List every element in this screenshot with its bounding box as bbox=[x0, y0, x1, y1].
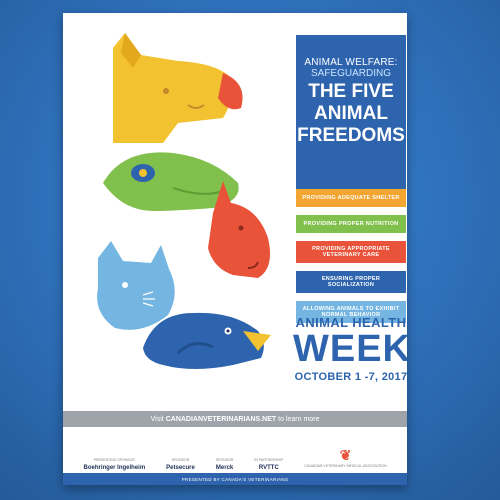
freedom-label: PROVIDING PROPER NUTRITION bbox=[303, 221, 399, 227]
headline-line2: SAFEGUARDING bbox=[310, 68, 391, 79]
bird-icon bbox=[143, 312, 271, 369]
sponsor-caption: Presenting sponsor bbox=[93, 458, 135, 462]
sponsor-logo: Boehringer Ingelheim bbox=[83, 465, 146, 471]
headline-line1: ANIMAL WELFARE: bbox=[304, 57, 398, 68]
sponsor-caption: In partnership bbox=[254, 458, 284, 462]
poster: ANIMAL WELFARE: SAFEGUARDING THE FIVE AN… bbox=[63, 13, 407, 485]
visit-suffix: to learn more bbox=[278, 415, 320, 423]
maple-leaf-icon: ❦ bbox=[339, 447, 352, 463]
freedom-bar-nutrition: PROVIDING PROPER NUTRITION bbox=[296, 215, 406, 233]
freedoms-list: PROVIDING ADEQUATE SHELTER PROVIDING PRO… bbox=[296, 189, 406, 331]
sponsor-caption: Sponsor bbox=[171, 458, 190, 462]
headline-line3b: ANIMAL bbox=[314, 103, 388, 124]
freedom-bar-shelter: PROVIDING ADEQUATE SHELTER bbox=[296, 189, 406, 207]
sponsor-rvttc: In partnership RVTTC bbox=[254, 458, 283, 471]
sponsor-caption: Canadian Veterinary Medical Association bbox=[304, 464, 387, 468]
freedom-bar-socialization: ENSURING PROPER SOCIALIZATION bbox=[296, 271, 406, 293]
headline-line3c: FREEDOMS bbox=[297, 125, 405, 146]
right-panel: ANIMAL WELFARE: SAFEGUARDING THE FIVE AN… bbox=[283, 13, 407, 413]
sponsor-petsecure: Sponsor Petsecure bbox=[166, 458, 195, 471]
visit-prefix: Visit bbox=[150, 415, 164, 423]
sponsor-logo: Merck bbox=[215, 465, 234, 471]
headline: ANIMAL WELFARE: SAFEGUARDING THE FIVE AN… bbox=[296, 57, 406, 146]
footer-bar: PRESENTED BY CANADA'S VETERINARIANS bbox=[63, 473, 407, 485]
footer-text: PRESENTED BY CANADA'S VETERINARIANS bbox=[181, 476, 289, 482]
freedom-label: PROVIDING APPROPRIATE VETERINARY CARE bbox=[312, 246, 390, 258]
headline-line3a: THE FIVE bbox=[308, 81, 394, 102]
event-line2: WEEK bbox=[293, 328, 407, 370]
sponsor-logo: RVTTC bbox=[258, 465, 279, 471]
sponsor-logos: Presenting sponsor Boehringer Ingelheim … bbox=[63, 431, 407, 471]
sponsor-caption: Sponsor bbox=[215, 458, 234, 462]
freedom-label: ENSURING PROPER SOCIALIZATION bbox=[321, 276, 381, 288]
sponsor-cvma: ❦ Canadian Veterinary Medical Associatio… bbox=[304, 447, 386, 471]
sponsor-merck: Sponsor Merck bbox=[216, 458, 234, 471]
sponsor-logo: Petsecure bbox=[166, 465, 195, 471]
visit-banner: Visit CANADIANVETERINARIANS.NET to learn… bbox=[63, 411, 407, 427]
visit-site-link[interactable]: CANADIANVETERINARIANS.NET bbox=[166, 416, 276, 423]
freedom-label: PROVIDING ADEQUATE SHELTER bbox=[302, 195, 400, 201]
cat-icon bbox=[97, 241, 175, 330]
five-animals-illustration bbox=[97, 33, 271, 369]
sponsor-boehringer: Presenting sponsor Boehringer Ingelheim bbox=[83, 458, 145, 471]
event-title: ANIMAL HEALTH WEEK OCTOBER 1 -7, 2017 bbox=[293, 315, 407, 383]
dog-icon bbox=[113, 33, 243, 143]
event-dates: OCTOBER 1 -7, 2017 bbox=[294, 371, 407, 383]
freedom-bar-vet-care: PROVIDING APPROPRIATE VETERINARY CARE bbox=[296, 241, 406, 263]
